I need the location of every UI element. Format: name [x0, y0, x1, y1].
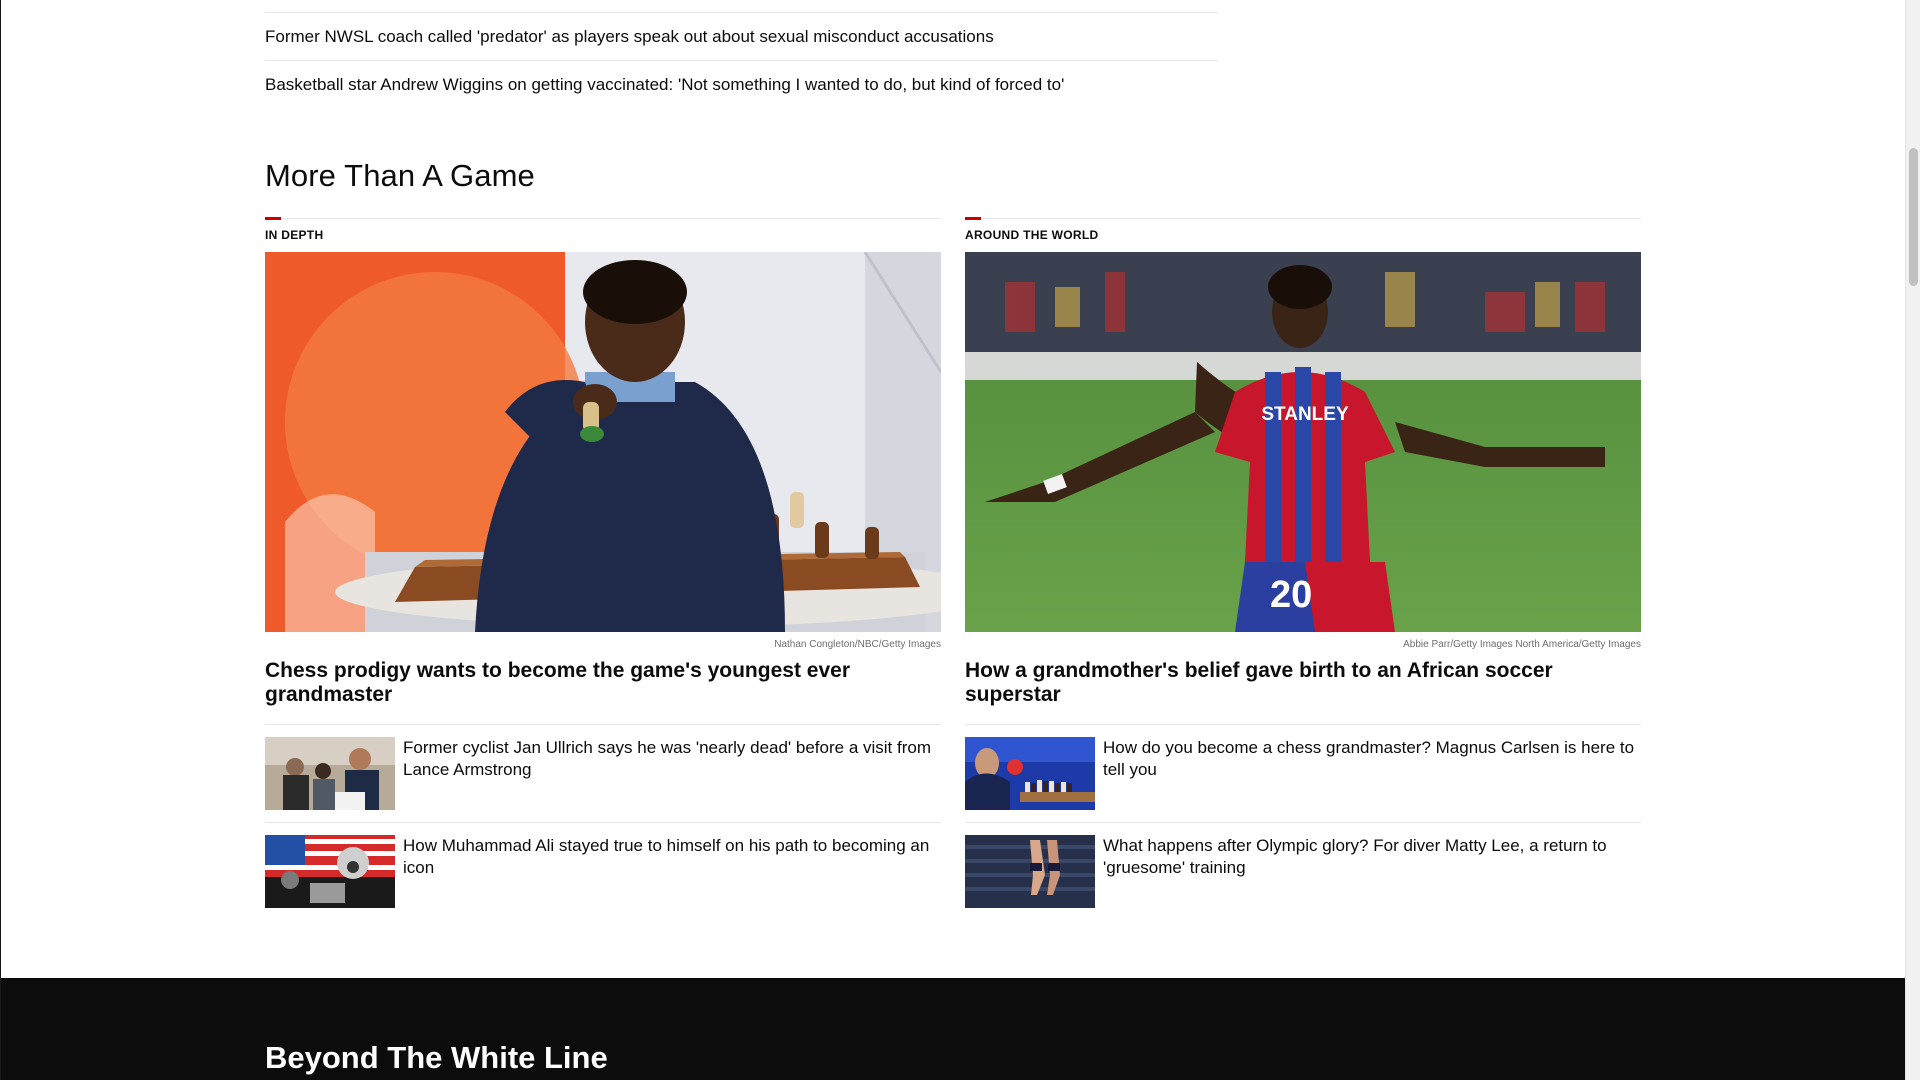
story-link[interactable]: How Muhammad Ali stayed true to himself … — [403, 835, 941, 920]
column-divider — [965, 217, 1641, 220]
column-in-depth: IN DEPTH Nathan Congleton/NBC/Getty Imag… — [265, 217, 941, 920]
scrollbar-thumb[interactable] — [1909, 148, 1918, 286]
story-card[interactable]: How do you become a chess grandmaster? M… — [965, 724, 1641, 822]
chess-prodigy-illustration — [265, 252, 941, 632]
story-link[interactable]: Former cyclist Jan Ullrich says he was '… — [403, 737, 941, 822]
story-card[interactable]: Former cyclist Jan Ullrich says he was '… — [265, 724, 941, 822]
carlsen-thumbnail[interactable] — [965, 737, 1095, 810]
jersey-sponsor: STANLEY — [1261, 404, 1349, 425]
headline-text[interactable]: Basketball star Andrew Wiggins on gettin… — [265, 75, 1064, 95]
image-credit: Nathan Congleton/NBC/Getty Images — [774, 639, 941, 650]
ullrich-thumbnail-illustration — [265, 737, 395, 810]
section-title: More Than A Game — [265, 158, 535, 193]
ullrich-thumbnail[interactable] — [265, 737, 395, 810]
story-card[interactable]: How Muhammad Ali stayed true to himself … — [265, 822, 941, 920]
ali-thumbnail[interactable] — [265, 835, 395, 908]
jersey-number: 20 — [1270, 574, 1312, 616]
kicker-label[interactable]: AROUND THE WORLD — [965, 228, 1641, 242]
chess-prodigy-image[interactable] — [265, 252, 941, 632]
story-link[interactable]: What happens after Olympic glory? For di… — [1103, 835, 1641, 920]
soccer-player-image[interactable]: STANLEY 20 — [965, 252, 1641, 632]
image-credit: Abbie Parr/Getty Images North America/Ge… — [1403, 639, 1641, 650]
lead-headline[interactable]: Chess prodigy wants to become the game's… — [265, 659, 941, 707]
page: Former NWSL coach called 'predator' as p… — [0, 0, 1906, 1080]
accent-bar — [965, 217, 981, 220]
diver-thumbnail[interactable] — [965, 835, 1095, 908]
carlsen-thumbnail-illustration — [965, 737, 1095, 810]
story-link[interactable]: How do you become a chess grandmaster? M… — [1103, 737, 1641, 822]
diver-thumbnail-illustration — [965, 835, 1095, 908]
headline-link-wiggins[interactable]: Basketball star Andrew Wiggins on gettin… — [265, 60, 1218, 108]
column-divider — [265, 217, 941, 220]
top-headline-list: Former NWSL coach called 'predator' as p… — [265, 12, 1218, 108]
column-around-the-world: AROUND THE WORLD STANLEY 20 Abbie Parr/G… — [965, 217, 1641, 920]
vertical-scrollbar[interactable] — [1905, 0, 1920, 1080]
lead-headline[interactable]: How a grandmother's belief gave birth to… — [965, 659, 1641, 707]
next-section-title: Beyond The White Line — [265, 1040, 608, 1075]
accent-bar — [265, 217, 281, 220]
kicker-label[interactable]: IN DEPTH — [265, 228, 941, 242]
headline-text[interactable]: Former NWSL coach called 'predator' as p… — [265, 27, 994, 47]
soccer-player-illustration: STANLEY 20 — [965, 252, 1641, 632]
story-card[interactable]: What happens after Olympic glory? For di… — [965, 822, 1641, 920]
headline-link-nwsl[interactable]: Former NWSL coach called 'predator' as p… — [265, 12, 1218, 60]
ali-thumbnail-illustration — [265, 835, 395, 908]
